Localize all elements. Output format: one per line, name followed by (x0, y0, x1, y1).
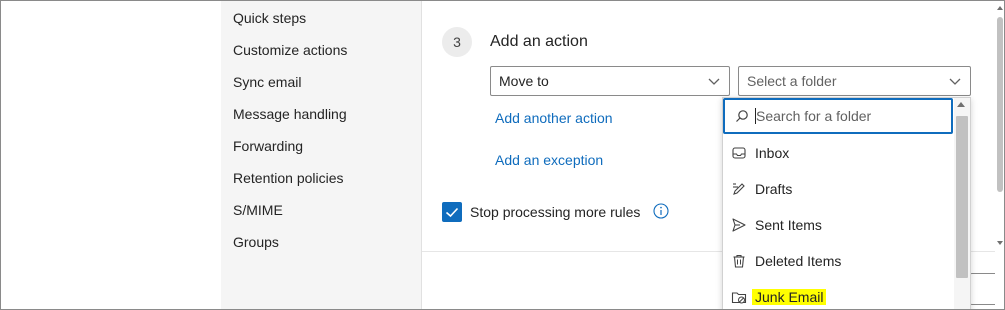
step-number-badge: 3 (442, 27, 472, 57)
nav-item-customize-actions[interactable]: Customize actions (233, 42, 347, 58)
send-icon (732, 218, 746, 232)
step-title: Add an action (490, 33, 588, 50)
nav-item-retention-policies[interactable]: Retention policies (233, 170, 344, 186)
folder-label: Sent Items (755, 217, 822, 233)
chevron-down-icon (949, 78, 961, 85)
left-blank-area (1, 1, 221, 309)
partial-button[interactable] (969, 273, 998, 305)
folder-item-deleted-items[interactable]: Deleted Items (723, 243, 953, 279)
add-another-action-link[interactable]: Add another action (495, 110, 613, 126)
folder-dropdown-placeholder: Select a folder (747, 73, 837, 89)
page-scrollbar-thumb[interactable] (997, 17, 1003, 192)
nav-item-forwarding[interactable]: Forwarding (233, 138, 303, 154)
add-exception-link[interactable]: Add an exception (495, 152, 603, 168)
folder-dropdown[interactable]: Select a folder (738, 66, 971, 96)
nav-item-groups[interactable]: Groups (233, 234, 279, 250)
drafts-icon (733, 183, 745, 195)
folder-label: Inbox (755, 145, 790, 161)
nav-item-quick-steps[interactable]: Quick steps (233, 10, 306, 26)
settings-window: Quick steps Customize actions Sync email… (0, 0, 1005, 310)
folder-item-junk-email[interactable]: Junk Email (723, 279, 953, 309)
search-icon (736, 110, 748, 122)
info-icon[interactable] (653, 203, 669, 219)
folder-label: Drafts (755, 181, 793, 197)
folder-search-placeholder: Search for a folder (756, 108, 872, 124)
page-scrollbar[interactable] (995, 1, 1004, 309)
trash-icon (733, 254, 745, 268)
folder-label: Deleted Items (755, 253, 842, 269)
scroll-up-arrow-icon[interactable] (997, 6, 1003, 10)
scrollbar-thumb[interactable] (956, 116, 968, 278)
folder-picker-panel: Search for a folder Inbox Drafts Sent It… (722, 97, 971, 309)
folder-search-input[interactable]: Search for a folder (723, 98, 953, 134)
folder-item-drafts[interactable]: Drafts (723, 171, 953, 207)
folder-list-scrollbar[interactable] (954, 98, 970, 309)
folder-label: Junk Email (752, 289, 827, 305)
action-dropdown[interactable]: Move to (490, 66, 730, 96)
scroll-up-arrow-icon[interactable] (957, 102, 965, 107)
junk-folder-icon (731, 292, 747, 304)
checkmark-icon (445, 207, 459, 218)
nav-item-smime[interactable]: S/MIME (233, 202, 283, 218)
chevron-down-icon (708, 78, 720, 85)
stop-processing-checkbox[interactable] (442, 202, 462, 222)
action-dropdown-value: Move to (499, 73, 549, 89)
scroll-down-arrow-icon[interactable] (997, 241, 1003, 245)
nav-item-message-handling[interactable]: Message handling (233, 106, 347, 122)
folder-item-inbox[interactable]: Inbox (723, 135, 953, 171)
settings-nav: Quick steps Customize actions Sync email… (221, 1, 422, 309)
folder-item-sent-items[interactable]: Sent Items (723, 207, 953, 243)
stop-processing-label: Stop processing more rules (470, 204, 641, 220)
inbox-icon (732, 147, 746, 159)
nav-item-sync-email[interactable]: Sync email (233, 74, 301, 90)
